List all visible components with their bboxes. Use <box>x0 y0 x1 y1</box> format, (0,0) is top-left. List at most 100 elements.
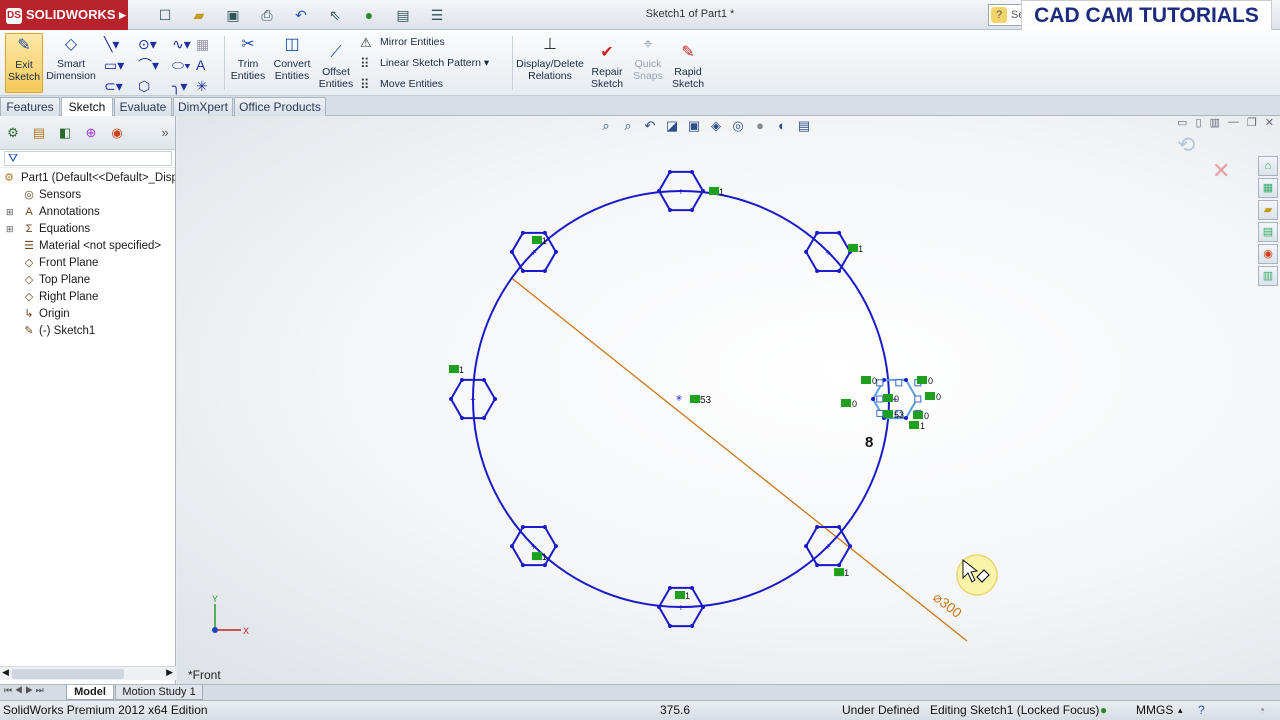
tab-model[interactable]: Model <box>66 685 114 700</box>
hexagon-vertex[interactable] <box>904 377 908 382</box>
relation-icon[interactable] <box>709 187 719 195</box>
hexagon-vertex[interactable] <box>871 397 875 401</box>
hexagon-vertex[interactable] <box>904 416 908 421</box>
rectangle-icon[interactable]: ▭▾ <box>104 55 138 76</box>
hexagon-vertex[interactable] <box>815 230 820 235</box>
hexagon-vertex[interactable] <box>542 563 547 568</box>
tree-item[interactable]: ⊞ Σ Equations <box>0 221 175 238</box>
new-document-icon[interactable]: ☐ <box>150 5 180 25</box>
property-manager-icon[interactable]: ▤ <box>30 124 48 142</box>
arc-icon[interactable]: ⌒▾ <box>138 55 172 76</box>
hexagon-center-mark[interactable]: + <box>825 248 831 259</box>
open-folder-icon[interactable]: ▰ <box>184 5 214 25</box>
hexagon-center-mark[interactable]: + <box>678 187 684 198</box>
feature-manager-icon[interactable]: ⚙ <box>4 124 22 142</box>
relation-icon[interactable] <box>675 591 685 599</box>
hexagon-vertex[interactable] <box>482 416 486 421</box>
hexagon-vertex[interactable] <box>520 268 525 273</box>
hexagon-vertex[interactable] <box>837 525 842 530</box>
tab-dimxpert[interactable]: DimXpert <box>173 97 233 116</box>
trim-entities-button[interactable]: ✂ Trim Entities <box>228 33 268 93</box>
relation-icon[interactable] <box>883 394 893 402</box>
relation-icon[interactable] <box>834 568 845 577</box>
text-icon[interactable]: A <box>196 55 216 76</box>
relation-icon[interactable] <box>861 376 871 384</box>
coincident-relation-icon[interactable] <box>690 395 700 403</box>
hexagon-center-mark[interactable]: + <box>825 542 831 553</box>
tree-root-part[interactable]: ⚙ Part1 (Default<<Default>_Disp <box>0 170 175 187</box>
repair-sketch-button[interactable]: ✔ Repair Sketch <box>588 33 626 93</box>
selection-handle[interactable] <box>876 395 884 403</box>
select-pointer-icon[interactable]: ⇖ <box>320 5 350 25</box>
hexagon-vertex[interactable] <box>482 377 486 382</box>
print-icon[interactable]: ⎙ <box>252 5 282 25</box>
panel-horizontal-scrollbar[interactable]: ◀ ▶ <box>0 666 176 680</box>
relation-icon[interactable] <box>531 235 542 244</box>
hexagon-vertex[interactable] <box>690 169 694 174</box>
save-icon[interactable]: ▣ <box>218 5 248 25</box>
configuration-manager-icon[interactable]: ◧ <box>56 124 74 142</box>
hexagon-vertex[interactable] <box>815 563 820 568</box>
tab-scroll-icons[interactable]: ⏮ ◀ ▶ ⏭ <box>4 685 44 696</box>
relation-icon[interactable] <box>925 392 935 400</box>
status-tooltip-icon[interactable]: ◔ <box>1258 701 1265 720</box>
rebuild-icon[interactable]: ● <box>354 5 384 25</box>
app-logo[interactable]: DS SOLIDWORKS ▸ <box>0 0 128 30</box>
point-icon[interactable]: ✳ <box>196 76 216 97</box>
hexagon-vertex[interactable] <box>701 605 705 609</box>
selection-handle[interactable] <box>876 409 884 417</box>
hexagon-vertex[interactable] <box>542 230 547 235</box>
circle-icon[interactable]: ⊙▾ <box>138 34 172 55</box>
relation-icon[interactable] <box>883 410 893 418</box>
dimxpert-manager-icon[interactable]: ⊕ <box>82 124 100 142</box>
tree-item[interactable]: ☰ Material <not specified> <box>0 238 175 255</box>
hexagon-vertex[interactable] <box>449 397 453 401</box>
linear-sketch-pattern-button[interactable]: ⠿ Linear Sketch Pattern ▾ <box>358 53 508 74</box>
hexagon-center-mark[interactable]: + <box>470 395 476 406</box>
hexagon-vertex[interactable] <box>690 585 694 590</box>
sketch-canvas[interactable]: * 53+ 1+ 1+0 00 0 001538+1+1+1+1+1⌀300YX <box>177 116 1280 684</box>
hexagon-vertex[interactable] <box>520 525 525 530</box>
quick-snaps-button[interactable]: ⌖ Quick Snaps <box>630 33 666 93</box>
exit-sketch-button[interactable]: ✎ Exit Sketch <box>5 33 43 93</box>
diameter-dimension-line[interactable] <box>511 277 968 642</box>
relation-icon[interactable] <box>909 421 919 429</box>
hexagon-vertex[interactable] <box>553 544 558 549</box>
tab-features[interactable]: Features <box>0 97 60 116</box>
hexagon-count-label[interactable]: 8 <box>865 434 873 451</box>
tree-item[interactable]: ◎ Sensors <box>0 187 175 204</box>
hexagon-vertex[interactable] <box>520 563 525 568</box>
offset-entities-button[interactable]: ⟋ Offset Entities <box>316 33 356 93</box>
center-point-marker[interactable]: * <box>676 393 682 407</box>
hexagon-vertex[interactable] <box>668 585 672 590</box>
hexagon-vertex[interactable] <box>804 544 809 549</box>
hexagon-vertex[interactable] <box>657 605 661 609</box>
mirror-entities-button[interactable]: ⚠ Mirror Entities <box>358 32 508 53</box>
convert-entities-button[interactable]: ◫ Convert Entities <box>270 33 314 93</box>
tree-item[interactable]: ⊞ A Annotations <box>0 204 175 221</box>
hexagon-vertex[interactable] <box>520 230 525 235</box>
hexagon-vertex[interactable] <box>509 249 514 254</box>
tree-item[interactable]: ◇ Top Plane <box>0 272 175 289</box>
scroll-left-icon[interactable]: ◀ <box>2 667 9 678</box>
undo-icon[interactable]: ↶ <box>286 5 316 25</box>
relation-icon[interactable] <box>449 365 459 373</box>
display-manager-icon[interactable]: ◉ <box>108 124 126 142</box>
relation-icon[interactable] <box>841 399 851 407</box>
hexagon-vertex[interactable] <box>690 208 694 213</box>
tree-item[interactable]: ◇ Right Plane <box>0 289 175 306</box>
relation-icon[interactable] <box>848 243 859 252</box>
hexagon-vertex[interactable] <box>848 544 853 549</box>
tab-sketch[interactable]: Sketch <box>61 97 113 116</box>
unit-dropdown-icon[interactable]: ▴ <box>1178 701 1183 720</box>
selection-handle[interactable] <box>876 379 884 387</box>
tree-filter-input[interactable] <box>4 151 172 166</box>
hexagon-vertex[interactable] <box>690 624 694 629</box>
hexagon-vertex[interactable] <box>837 230 842 235</box>
hexagon-vertex[interactable] <box>542 525 547 530</box>
hexagon-center-mark[interactable]: + <box>531 542 537 553</box>
relation-icon[interactable] <box>913 411 923 419</box>
file-properties-icon[interactable]: ▤ <box>388 5 418 25</box>
relation-icon[interactable] <box>917 376 927 384</box>
slot-icon[interactable]: ⊂▾ <box>104 76 138 97</box>
